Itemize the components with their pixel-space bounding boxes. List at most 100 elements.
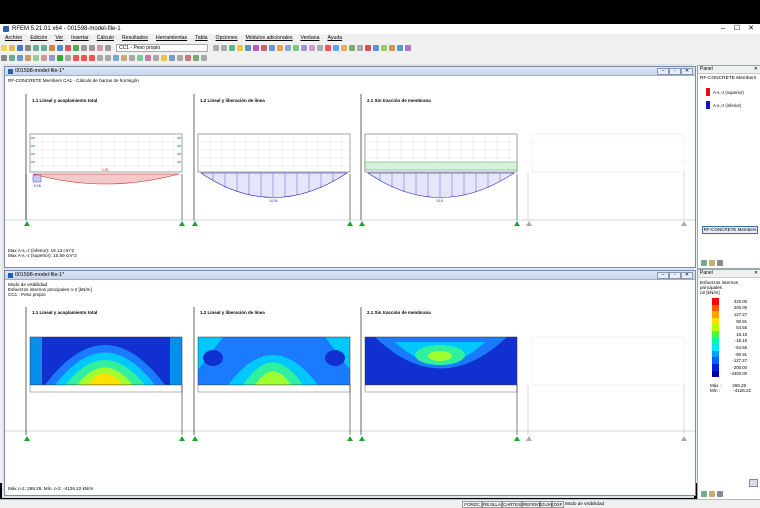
window-restore-button[interactable]: ▫ bbox=[669, 272, 681, 279]
menu-ventana[interactable]: Ventana bbox=[300, 35, 319, 41]
minimize-icon[interactable]: – bbox=[716, 24, 730, 34]
grid-icon[interactable] bbox=[89, 44, 95, 51]
window-close-button[interactable]: ✕ bbox=[681, 272, 693, 279]
menu-archivo[interactable]: Archivo bbox=[5, 35, 22, 41]
status-forzc[interactable]: FORZC bbox=[462, 501, 482, 508]
export-icon[interactable] bbox=[193, 54, 199, 61]
open-folder-icon[interactable] bbox=[9, 44, 15, 51]
load-icon[interactable] bbox=[73, 54, 79, 61]
fe-icon[interactable] bbox=[145, 54, 151, 61]
settings-icon[interactable] bbox=[201, 54, 207, 61]
check-icon[interactable] bbox=[185, 54, 191, 61]
highlight-icon[interactable] bbox=[161, 54, 167, 61]
rf-concrete-members-button[interactable]: RF-CONCRETE Members bbox=[702, 226, 758, 234]
delete-icon[interactable] bbox=[365, 44, 371, 51]
menu-insertar[interactable]: Insertar bbox=[71, 35, 89, 41]
redo-icon[interactable] bbox=[41, 44, 47, 51]
support-icon[interactable] bbox=[57, 54, 63, 61]
model-window-reinforcement[interactable]: 001598-model-file-1* – ▫ ✕ RF-CONCRETE M… bbox=[4, 66, 696, 268]
solid-icon[interactable] bbox=[341, 44, 347, 51]
move-icon[interactable] bbox=[381, 44, 387, 51]
window-restore-button[interactable]: ▫ bbox=[669, 68, 681, 75]
save-icon[interactable] bbox=[17, 44, 23, 51]
window-close-button[interactable]: ✕ bbox=[681, 68, 693, 75]
solid-tool-icon[interactable] bbox=[41, 54, 47, 61]
status-cartes[interactable]: CARTES bbox=[502, 501, 522, 508]
smooth-icon[interactable] bbox=[269, 44, 275, 51]
mirror-icon[interactable] bbox=[397, 44, 403, 51]
values-icon[interactable] bbox=[237, 44, 243, 51]
visibility-icon[interactable] bbox=[153, 54, 159, 61]
rotate-icon[interactable] bbox=[389, 44, 395, 51]
measure-icon[interactable] bbox=[357, 44, 363, 51]
hinge-icon[interactable] bbox=[65, 54, 71, 61]
animate-icon[interactable] bbox=[253, 44, 259, 51]
calculate-icon[interactable] bbox=[65, 44, 71, 51]
window-minimize-button[interactable]: – bbox=[657, 272, 669, 279]
next-icon[interactable] bbox=[221, 44, 227, 51]
numbering-icon[interactable] bbox=[177, 54, 183, 61]
guide-icon[interactable] bbox=[113, 54, 119, 61]
print-icon[interactable] bbox=[25, 44, 31, 51]
front-view-icon[interactable] bbox=[301, 44, 307, 51]
view-icon[interactable] bbox=[81, 44, 87, 51]
edit-icon[interactable] bbox=[49, 44, 55, 51]
node-icon[interactable] bbox=[9, 54, 15, 61]
status-dxf[interactable]: DXF bbox=[552, 501, 564, 508]
filter-icon[interactable] bbox=[97, 44, 103, 51]
snap-icon[interactable] bbox=[121, 54, 127, 61]
model-window-internal-forces[interactable]: 001598-model-file-1* – ▫ ✕ Modo de visib… bbox=[4, 270, 696, 496]
iso-view-icon[interactable] bbox=[293, 44, 299, 51]
menu-tabla[interactable]: Tabla bbox=[195, 35, 207, 41]
status-rejilla[interactable]: REJILLA bbox=[482, 501, 502, 508]
panel-settings-icon[interactable] bbox=[701, 491, 707, 497]
menu-herramientas[interactable]: Herramientas bbox=[156, 35, 187, 41]
mesh-icon[interactable] bbox=[137, 54, 143, 61]
status-refent[interactable]: REFENT bbox=[522, 501, 541, 508]
module-icon[interactable] bbox=[277, 44, 283, 51]
panel-filter-icon[interactable] bbox=[717, 491, 723, 497]
line-load-icon[interactable] bbox=[81, 54, 87, 61]
results-icon[interactable] bbox=[73, 44, 79, 51]
reinforcement-view[interactable]: 1.1 Lineal y acoplamiento total 1.81 5.2… bbox=[5, 76, 695, 266]
show-results-icon[interactable] bbox=[229, 44, 235, 51]
status-guia[interactable]: GUIA bbox=[540, 501, 552, 508]
dimension-icon[interactable] bbox=[97, 54, 103, 61]
surface-icon[interactable] bbox=[33, 54, 39, 61]
section-cut-icon[interactable] bbox=[169, 54, 175, 61]
menu-resultados[interactable]: Resultados bbox=[122, 35, 148, 41]
panel-filter-icon[interactable] bbox=[717, 260, 723, 266]
deformation-icon[interactable] bbox=[245, 44, 251, 51]
menu-modulos[interactable]: Módulos adicionales bbox=[245, 35, 292, 41]
surface-load-icon[interactable] bbox=[89, 54, 95, 61]
panel-settings-icon[interactable] bbox=[701, 260, 707, 266]
line-icon[interactable] bbox=[17, 54, 23, 61]
panel-color-icon[interactable] bbox=[709, 491, 715, 497]
copy-icon[interactable] bbox=[373, 44, 379, 51]
menu-ayuda[interactable]: Ayuda bbox=[328, 35, 343, 41]
top-view-icon[interactable] bbox=[317, 44, 323, 51]
panel-color-icon[interactable] bbox=[709, 260, 715, 266]
maximize-icon[interactable]: ☐ bbox=[730, 24, 744, 34]
menu-ver[interactable]: Ver bbox=[55, 35, 63, 41]
prev-icon[interactable] bbox=[213, 44, 219, 51]
new-file-icon[interactable] bbox=[1, 44, 7, 51]
menu-calculo[interactable]: Cálculo bbox=[97, 35, 114, 41]
wireframe-icon[interactable] bbox=[333, 44, 339, 51]
zoom-icon[interactable] bbox=[749, 479, 758, 487]
undo-icon[interactable] bbox=[33, 44, 39, 51]
opening-icon[interactable] bbox=[49, 54, 55, 61]
help-icon[interactable] bbox=[405, 44, 411, 51]
lights-icon[interactable] bbox=[349, 44, 355, 51]
render-icon[interactable] bbox=[325, 44, 331, 51]
table-icon[interactable] bbox=[57, 44, 63, 51]
menu-edicion[interactable]: Edición bbox=[30, 35, 47, 41]
comment-icon[interactable] bbox=[105, 54, 111, 61]
section-icon[interactable] bbox=[261, 44, 267, 51]
internal-forces-view[interactable]: 1.1 Lineal y acoplamiento total 1.2 Line… bbox=[5, 280, 695, 490]
close-icon[interactable]: ✕ bbox=[744, 24, 758, 34]
zoom-icon[interactable] bbox=[285, 44, 291, 51]
coordinate-icon[interactable] bbox=[129, 54, 135, 61]
window-minimize-button[interactable]: – bbox=[657, 68, 669, 75]
side-view-icon[interactable] bbox=[309, 44, 315, 51]
